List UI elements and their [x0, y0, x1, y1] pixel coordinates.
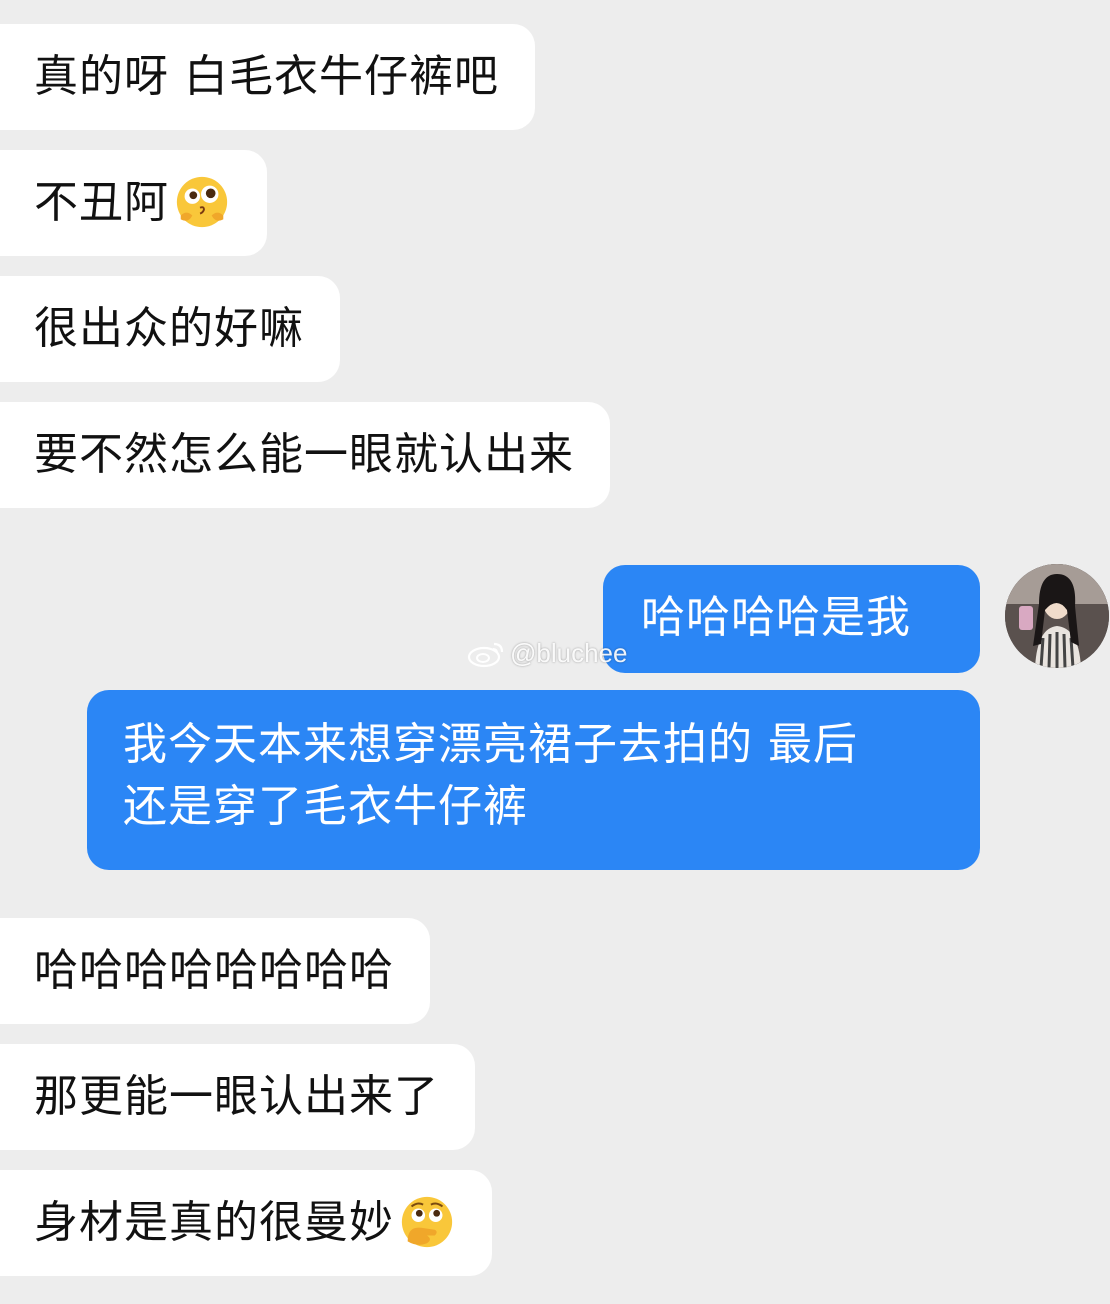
message-text: 很出众的好嘛	[34, 303, 304, 354]
message-text: 要不然怎么能一眼就认出来	[34, 429, 574, 480]
message-bubble-incoming[interactable]: 那更能一眼认出来了	[0, 1044, 475, 1150]
message-bubble-outgoing[interactable]: 我今天本来想穿漂亮裙子去拍的 最后 还是穿了毛衣牛仔裤	[87, 690, 980, 870]
message-text: 不丑阿	[34, 177, 169, 228]
message-text-line: 还是穿了毛衣牛仔裤	[123, 781, 528, 832]
pleading-face-emoji-icon	[176, 176, 228, 228]
message-bubble-outgoing[interactable]: 哈哈哈哈是我	[603, 565, 980, 673]
weibo-logo-icon	[467, 642, 504, 668]
message-bubble-incoming[interactable]: 很出众的好嘛	[0, 276, 340, 382]
message-bubble-incoming[interactable]: 哈哈哈哈哈哈哈哈	[0, 918, 430, 1024]
message-text: 那更能一眼认出来了	[34, 1071, 439, 1122]
watermark: @bluchee	[466, 636, 627, 670]
message-bubble-incoming[interactable]: 要不然怎么能一眼就认出来	[0, 402, 610, 508]
message-text: 身材是真的很曼妙	[34, 1197, 394, 1248]
message-bubble-incoming[interactable]: 身材是真的很曼妙	[0, 1170, 492, 1276]
message-bubble-incoming[interactable]: 不丑阿	[0, 150, 267, 256]
message-text: 哈哈哈哈是我	[641, 592, 911, 643]
avatar-photo-icon	[1005, 564, 1109, 668]
watermark-text: @bluchee	[510, 638, 628, 668]
message-bubble-incoming[interactable]: 真的呀 白毛衣牛仔裤吧	[0, 24, 535, 130]
message-text: 哈哈哈哈哈哈哈哈	[34, 945, 394, 996]
message-text: 真的呀 白毛衣牛仔裤吧	[34, 51, 499, 102]
user-avatar[interactable]	[1005, 564, 1109, 668]
message-text-line: 我今天本来想穿漂亮裙子去拍的 最后	[123, 719, 858, 770]
face-with-hand-over-mouth-emoji-icon	[401, 1196, 453, 1248]
